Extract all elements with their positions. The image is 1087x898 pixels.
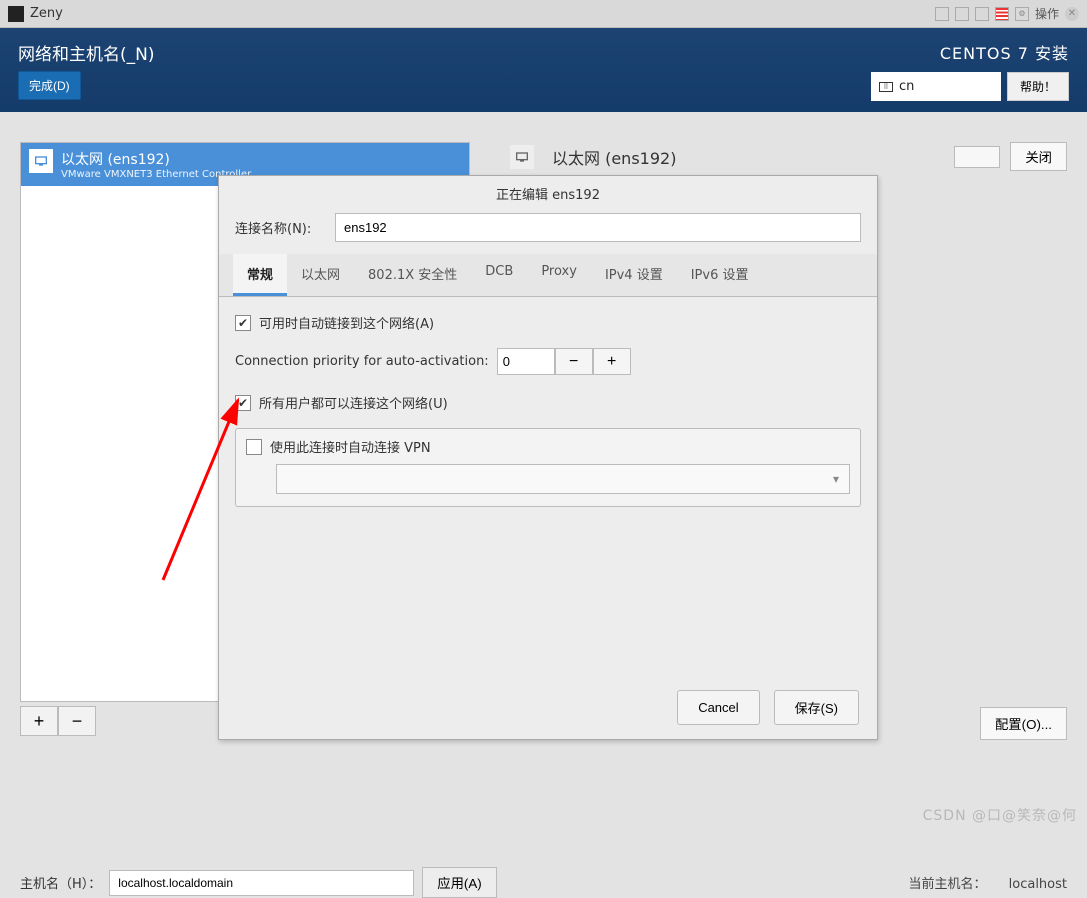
ops-label[interactable]: 操作 xyxy=(1035,7,1059,21)
network-toggle[interactable] xyxy=(954,146,1000,168)
page-title: 网络和主机名(_N) xyxy=(18,40,154,65)
all-users-checkbox[interactable]: ✔ xyxy=(235,395,251,411)
vpn-select[interactable]: ▾ xyxy=(276,464,850,494)
hostname-label: 主机名（H）： xyxy=(20,873,101,892)
tab-general[interactable]: 常规 xyxy=(233,254,287,296)
tab-8021x[interactable]: 802.1X 安全性 xyxy=(354,254,471,296)
done-button[interactable]: 完成(D) xyxy=(18,71,81,100)
connection-name-label: 连接名称(N): xyxy=(235,218,335,237)
win-box-icon[interactable] xyxy=(975,7,989,21)
dialog-title: 正在编辑 ens192 xyxy=(219,176,877,211)
win-min-icon[interactable] xyxy=(935,7,949,21)
tab-ipv6[interactable]: IPv6 设置 xyxy=(677,254,763,296)
priority-input[interactable] xyxy=(497,348,555,375)
keyboard-lang: cn xyxy=(899,79,914,94)
chevron-down-icon: ▾ xyxy=(833,472,839,486)
auto-connect-label: 可用时自动链接到这个网络(A) xyxy=(259,313,434,332)
network-item-title: 以太网 (ens192) xyxy=(61,149,251,169)
dialog-tabs: 常规 以太网 802.1X 安全性 DCB Proxy IPv4 设置 IPv6… xyxy=(219,254,877,297)
auto-connect-checkbox[interactable]: ✔ xyxy=(235,315,251,331)
tab-ethernet[interactable]: 以太网 xyxy=(287,254,354,296)
keyboard-selector[interactable]: ⠿ cn xyxy=(871,72,1001,101)
current-hostname-label: 当前主机名： xyxy=(908,877,986,892)
connection-name-input[interactable] xyxy=(335,213,861,242)
priority-minus-button[interactable]: − xyxy=(555,348,593,375)
save-button[interactable]: 保存(S) xyxy=(774,690,859,725)
configure-button[interactable]: 配置(O)... xyxy=(980,707,1067,740)
titlebar-right: ⚙ 操作 ✕ xyxy=(935,7,1079,21)
help-button[interactable]: 帮助！ xyxy=(1007,72,1069,101)
cancel-button[interactable]: Cancel xyxy=(677,690,759,725)
apply-button[interactable]: 应用(A) xyxy=(422,867,496,898)
priority-label: Connection priority for auto-activation: xyxy=(235,354,489,369)
tab-proxy[interactable]: Proxy xyxy=(527,254,591,296)
all-users-label: 所有用户都可以连接这个网络(U) xyxy=(259,393,448,412)
vpn-label: 使用此连接时自动连接 VPN xyxy=(270,437,431,456)
keyboard-icon: ⠿ xyxy=(879,82,893,92)
app-icon xyxy=(8,6,24,22)
flag-icon xyxy=(995,7,1009,21)
watermark: CSDN @口@笑奈@何 xyxy=(923,805,1077,825)
ethernet-icon xyxy=(510,145,534,169)
edit-connection-dialog: 正在编辑 ens192 连接名称(N): 常规 以太网 802.1X 安全性 D… xyxy=(218,175,878,740)
tab-ipv4[interactable]: IPv4 设置 xyxy=(591,254,677,296)
vpn-checkbox[interactable] xyxy=(246,439,262,455)
tab-dcb[interactable]: DCB xyxy=(471,254,527,296)
close-icon[interactable]: ✕ xyxy=(1065,7,1079,21)
priority-spinner: − + xyxy=(497,348,631,375)
gear-icon[interactable]: ⚙ xyxy=(1015,7,1029,21)
vpn-section: 使用此连接时自动连接 VPN ▾ xyxy=(235,428,861,507)
installer-header: 网络和主机名(_N) 完成(D) CENTOS 7 安装 ⠿ cn 帮助！ xyxy=(0,28,1087,112)
installer-title: CENTOS 7 安装 xyxy=(871,40,1069,64)
hostname-input[interactable] xyxy=(109,870,414,896)
titlebar: Zeny ⚙ 操作 ✕ xyxy=(0,0,1087,28)
close-button[interactable]: 关闭 xyxy=(1010,142,1067,171)
priority-plus-button[interactable]: + xyxy=(593,348,631,375)
detail-title: 以太网 (ens192) xyxy=(552,145,676,169)
hostname-row: 主机名（H）： 应用(A) 当前主机名： localhost xyxy=(20,867,1067,898)
current-hostname-value: localhost xyxy=(1009,877,1067,892)
ethernet-icon xyxy=(29,149,53,173)
add-network-button[interactable]: + xyxy=(20,706,58,736)
win-max-icon[interactable] xyxy=(955,7,969,21)
remove-network-button[interactable]: − xyxy=(58,706,96,736)
window-title: Zeny xyxy=(30,6,63,21)
